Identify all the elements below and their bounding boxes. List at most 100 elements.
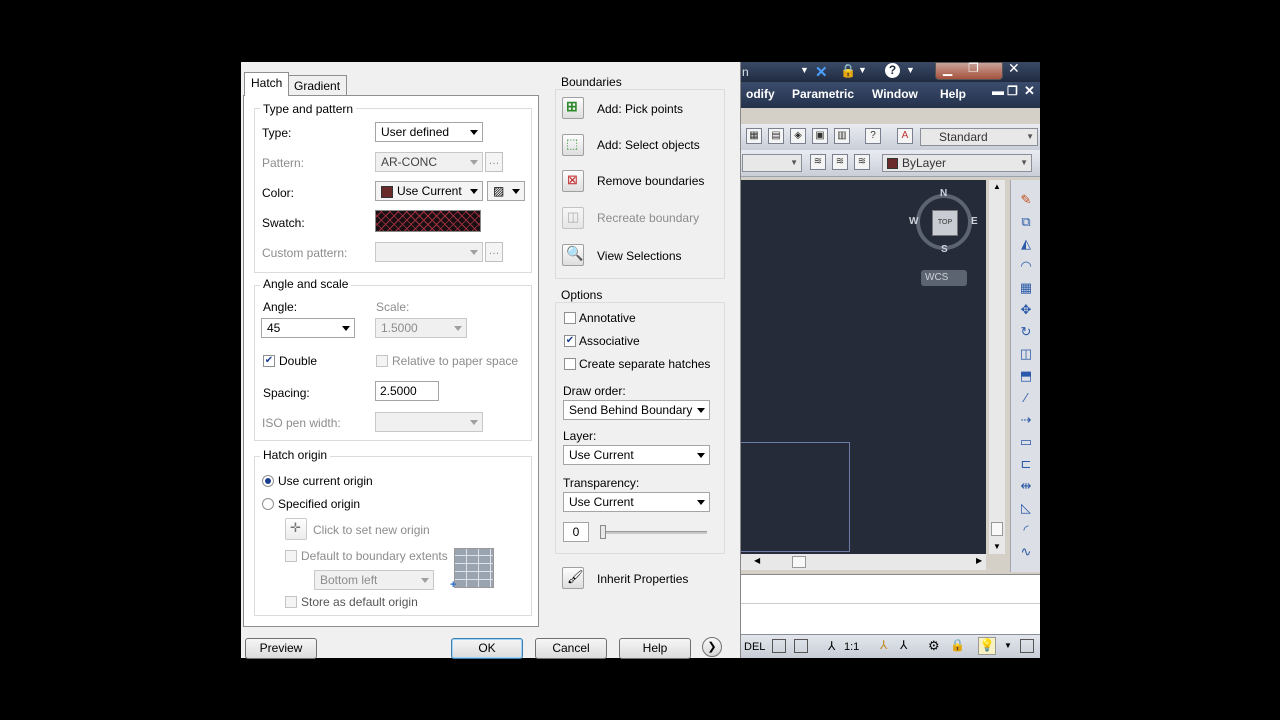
- trim-icon[interactable]: ⁄: [1018, 390, 1034, 406]
- move-icon[interactable]: ✥: [1018, 302, 1034, 318]
- menu-help[interactable]: Help: [940, 87, 966, 101]
- copy-icon[interactable]: ⧉: [1018, 214, 1034, 230]
- background-color-select[interactable]: ▨: [487, 181, 525, 201]
- double-checkbox[interactable]: ✔: [263, 355, 275, 367]
- help-button[interactable]: Help: [619, 638, 691, 659]
- compass-north[interactable]: N: [940, 188, 947, 199]
- maximize-button[interactable]: ❐: [968, 62, 979, 75]
- auto-scale-icon[interactable]: ⅄: [900, 638, 907, 652]
- compass-south[interactable]: S: [941, 244, 948, 255]
- exchange-icon[interactable]: ✕: [815, 63, 828, 81]
- layer-icon-3[interactable]: ≋: [854, 154, 870, 170]
- transparency-select[interactable]: Use Current: [563, 492, 710, 512]
- scroll-right-icon[interactable]: ▶: [976, 556, 982, 565]
- annotation-scale-value[interactable]: 1:1: [844, 641, 859, 653]
- draw-order-select[interactable]: Send Behind Boundary: [563, 400, 710, 420]
- color-select[interactable]: Use Current: [375, 181, 483, 201]
- viewcube-top-face[interactable]: TOP: [932, 210, 958, 236]
- more-options-button[interactable]: ❯: [702, 637, 722, 657]
- rotate-icon[interactable]: ↻: [1018, 324, 1034, 340]
- remove-boundaries-button[interactable]: ⊠: [562, 170, 584, 192]
- transparency-amount-input[interactable]: 0: [563, 522, 589, 542]
- transparency-slider-track[interactable]: [601, 531, 707, 534]
- menu-parametric[interactable]: Parametric: [792, 87, 854, 101]
- vertical-scrollbar[interactable]: ▲ ▼: [989, 180, 1005, 554]
- relative-paper-checkbox[interactable]: [376, 355, 388, 367]
- toolbar-icon-5[interactable]: ▥: [834, 128, 850, 144]
- help-dropdown-icon[interactable]: ▼: [906, 65, 915, 75]
- type-select[interactable]: User defined: [375, 122, 483, 142]
- store-default-origin-checkbox[interactable]: [285, 596, 297, 608]
- specified-origin-radio[interactable]: [262, 498, 274, 510]
- extents-position-select[interactable]: Bottom left: [314, 570, 434, 590]
- close-button[interactable]: ✕: [1008, 62, 1020, 77]
- inherit-properties-label[interactable]: Inherit Properties: [597, 572, 688, 586]
- scroll-down-icon[interactable]: ▼: [993, 542, 1001, 551]
- erase-icon[interactable]: ✎: [1018, 192, 1034, 208]
- layer-state-select[interactable]: ▼: [742, 154, 802, 172]
- menu-modify[interactable]: odify: [746, 87, 775, 101]
- minimize-button[interactable]: ▁: [943, 62, 952, 76]
- doc-close-button[interactable]: ✕: [1024, 83, 1035, 99]
- array-icon[interactable]: ▦: [1018, 280, 1034, 296]
- ok-button[interactable]: OK: [451, 638, 523, 659]
- text-style-select[interactable]: Standard ▼: [920, 128, 1038, 146]
- stretch-icon[interactable]: ⬒: [1018, 368, 1034, 384]
- break-icon[interactable]: ▭: [1018, 434, 1034, 450]
- transparency-slider-thumb[interactable]: [600, 525, 606, 539]
- scroll-left-icon[interactable]: ◀: [754, 556, 760, 565]
- layer-icon-1[interactable]: ≋: [810, 154, 826, 170]
- viewcube[interactable]: TOP N S E W: [909, 188, 978, 255]
- qat-dropdown-icon[interactable]: ▼: [800, 65, 809, 75]
- iso-pen-select[interactable]: [375, 412, 483, 432]
- toolbar-icon-3[interactable]: ◈: [790, 128, 806, 144]
- tab-hatch[interactable]: Hatch: [244, 72, 290, 96]
- pattern-select[interactable]: AR-CONC: [375, 152, 483, 172]
- use-current-origin-radio[interactable]: [262, 475, 274, 487]
- set-origin-button[interactable]: ✛: [285, 518, 307, 540]
- blend-icon[interactable]: ◜: [1018, 522, 1034, 538]
- drawing-viewport[interactable]: TOP N S E W WCS: [740, 180, 986, 554]
- spacing-input[interactable]: 2.5000: [375, 381, 439, 401]
- model-toggle[interactable]: DEL: [744, 641, 765, 653]
- select-objects-button[interactable]: ⬚: [562, 134, 584, 156]
- toolbar-help-icon[interactable]: ?: [865, 128, 881, 144]
- toolbar-icon-1[interactable]: ▦: [746, 128, 762, 144]
- scroll-up-icon[interactable]: ▲: [993, 182, 1001, 191]
- layout1-icon[interactable]: [772, 639, 786, 653]
- layer-icon-2[interactable]: ≋: [832, 154, 848, 170]
- custom-pattern-select[interactable]: [375, 242, 483, 262]
- annotation-visibility-icon[interactable]: ⅄: [880, 638, 887, 652]
- associative-checkbox[interactable]: ✔: [564, 335, 576, 347]
- view-selections-label[interactable]: View Selections: [597, 249, 682, 263]
- preview-button[interactable]: Preview: [245, 638, 317, 659]
- explode-icon[interactable]: ∿: [1018, 544, 1034, 560]
- hscroll-thumb[interactable]: [792, 556, 806, 568]
- compass-west[interactable]: W: [909, 216, 918, 227]
- color-control-select[interactable]: ByLayer ▼: [882, 154, 1032, 172]
- mirror-icon[interactable]: ◭: [1018, 236, 1034, 252]
- swatch-preview[interactable]: [375, 210, 481, 232]
- comm-dropdown-icon[interactable]: ▼: [858, 65, 867, 75]
- fillet-icon[interactable]: ◺: [1018, 500, 1034, 516]
- pick-points-button[interactable]: ⊞: [562, 97, 584, 119]
- angle-select[interactable]: 45: [261, 318, 355, 338]
- custom-pattern-browse-button[interactable]: …: [485, 242, 503, 262]
- doc-restore-button[interactable]: ❐: [1007, 84, 1018, 98]
- pick-points-label[interactable]: Add: Pick points: [597, 102, 683, 116]
- text-style-icon[interactable]: A: [897, 128, 913, 144]
- status-menu-icon[interactable]: ▼: [1004, 641, 1012, 650]
- compass-east[interactable]: E: [971, 216, 978, 227]
- lock-icon[interactable]: 🔒: [840, 63, 856, 79]
- cancel-button[interactable]: Cancel: [535, 638, 607, 659]
- layout2-icon[interactable]: [794, 639, 808, 653]
- recreate-boundary-button[interactable]: ◫: [562, 207, 584, 229]
- help-icon[interactable]: ?: [885, 63, 900, 78]
- separate-hatches-checkbox[interactable]: [564, 358, 576, 370]
- chamfer-icon[interactable]: ⇹: [1018, 478, 1034, 494]
- isolate-objects-icon[interactable]: 💡: [978, 637, 996, 655]
- layer-select[interactable]: Use Current: [563, 445, 710, 465]
- offset-icon[interactable]: ◠: [1018, 258, 1034, 274]
- wcs-menu[interactable]: WCS: [921, 270, 967, 286]
- menu-window[interactable]: Window: [872, 87, 918, 101]
